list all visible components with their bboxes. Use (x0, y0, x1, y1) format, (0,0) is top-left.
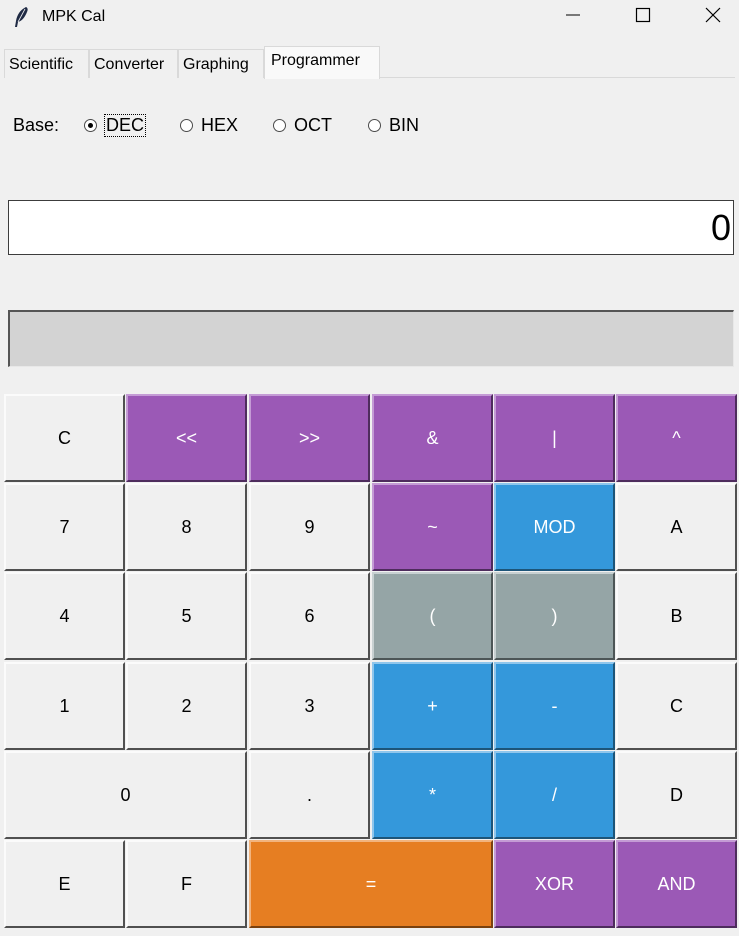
key-open-paren[interactable]: ( (372, 572, 493, 660)
base-option-label: HEX (201, 114, 239, 135)
result-display[interactable]: 0 (8, 200, 734, 255)
close-icon (705, 7, 721, 28)
base-label: Base: (13, 115, 60, 135)
key-shift-right[interactable]: >> (249, 394, 370, 482)
base-option-label: BIN (389, 114, 420, 135)
mode-tabs: Scientific Converter Graphing Programmer (4, 46, 735, 79)
history-display (8, 310, 734, 367)
radio-button[interactable] (273, 118, 286, 132)
key-xor[interactable]: XOR (494, 840, 615, 928)
tab-graphing[interactable]: Graphing (178, 49, 264, 78)
key-add[interactable]: + (372, 662, 493, 750)
key-multiply[interactable]: * (372, 751, 493, 839)
base-option-label: DEC (103, 113, 147, 137)
key-0[interactable]: 0 (4, 751, 247, 839)
tab-converter[interactable]: Converter (89, 49, 178, 78)
minimize-button[interactable] (538, 0, 608, 34)
key-hex-f[interactable]: F (126, 840, 247, 928)
key-shift-left[interactable]: << (126, 394, 247, 482)
key-9[interactable]: 9 (249, 483, 370, 571)
key-5[interactable]: 5 (126, 572, 247, 660)
key-8[interactable]: 8 (126, 483, 247, 571)
base-option-label: OCT (294, 114, 332, 135)
key-hex-d[interactable]: D (616, 751, 737, 839)
key-1[interactable]: 1 (4, 662, 125, 750)
key-close-paren[interactable]: ) (494, 572, 615, 660)
minimize-icon (565, 7, 581, 28)
radio-button[interactable] (180, 118, 193, 132)
key-decimal[interactable]: . (249, 751, 370, 839)
key-clear[interactable]: C (4, 394, 125, 482)
tab-scientific[interactable]: Scientific (4, 49, 89, 78)
title-bar: MPK Cal (0, 0, 739, 36)
maximize-button[interactable] (608, 0, 678, 34)
base-option-hex[interactable]: HEX (180, 113, 238, 137)
base-option-oct[interactable]: OCT (273, 113, 332, 137)
key-4[interactable]: 4 (4, 572, 125, 660)
key-6[interactable]: 6 (249, 572, 370, 660)
key-hex-a[interactable]: A (616, 483, 737, 571)
tab-programmer[interactable]: Programmer (264, 46, 380, 79)
key-and[interactable]: AND (616, 840, 737, 928)
key-bitwise-not[interactable]: ~ (372, 483, 493, 571)
keypad: C << >> & | ^ 7 8 9 ~ MOD A 4 5 6 ( ) B … (4, 394, 739, 934)
key-hex-b[interactable]: B (616, 572, 737, 660)
window-title: MPK Cal (42, 8, 106, 25)
key-hex-c[interactable]: C (616, 662, 737, 750)
radio-button[interactable] (84, 118, 97, 132)
key-bitwise-and[interactable]: & (372, 394, 493, 482)
key-2[interactable]: 2 (126, 662, 247, 750)
radio-button[interactable] (368, 118, 381, 132)
feather-icon (12, 6, 32, 28)
base-option-dec[interactable]: DEC (84, 113, 147, 137)
key-hex-e[interactable]: E (4, 840, 125, 928)
key-divide[interactable]: / (494, 751, 615, 839)
key-subtract[interactable]: - (494, 662, 615, 750)
key-bitwise-or[interactable]: | (494, 394, 615, 482)
close-button[interactable] (678, 0, 739, 34)
key-3[interactable]: 3 (249, 662, 370, 750)
key-7[interactable]: 7 (4, 483, 125, 571)
key-bitwise-xor-caret[interactable]: ^ (616, 394, 737, 482)
key-mod[interactable]: MOD (494, 483, 615, 571)
key-equals[interactable]: = (249, 840, 493, 928)
base-option-bin[interactable]: BIN (368, 113, 419, 137)
maximize-icon (635, 7, 651, 28)
